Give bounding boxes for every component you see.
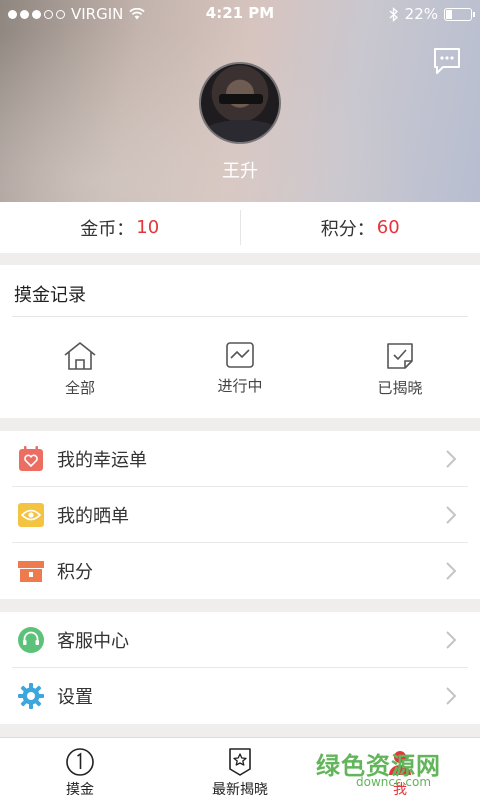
coins-stat[interactable]: 金币： 10 [0,202,240,253]
gear-icon [18,683,44,709]
battery-icon [444,7,475,21]
menu-customer-service[interactable]: 客服中心 [0,612,480,668]
box-icon [18,558,44,584]
menu-points-label: 积分 [57,562,93,583]
user-name: 王升 [222,161,258,182]
tab-latest-label: 最新揭晓 [212,782,268,798]
points-label: 积分： [320,218,375,240]
menu-my-shares-label: 我的晒单 [57,506,129,527]
record-revealed[interactable]: 已揭晓 [340,341,460,398]
bluetooth-icon [389,6,398,22]
watermark: 绿色资源网 downcc.com [316,744,464,796]
number-one-icon [66,748,94,776]
tab-mojin[interactable]: 摸金 [0,738,160,800]
menu-customer-service-label: 客服中心 [57,631,129,652]
menu-group-support: 客服中心 设置 [0,612,480,724]
chevron-right-icon [446,687,456,705]
record-all[interactable]: 全部 [20,341,140,398]
record-all-label: 全部 [64,379,95,397]
menu-my-shares[interactable]: 我的晒单 [0,487,480,543]
chevron-right-icon [446,631,456,649]
coins-label: 金币： [80,218,135,240]
tab-mojin-label: 摸金 [66,782,94,798]
avatar-glasses [219,94,263,104]
record-ongoing-label: 进行中 [217,377,263,395]
menu-settings[interactable]: 设置 [0,668,480,724]
tab-latest[interactable]: 最新揭晓 [160,738,320,800]
app-root: VIRGIN 4:21 PM 22% 王升 金币： 10 积分： 60 摸金记录… [0,0,480,800]
menu-lucky-orders-label: 我的幸运单 [57,450,147,471]
avatar[interactable] [199,62,281,144]
message-icon[interactable] [432,46,462,76]
record-revealed-label: 已揭晓 [377,379,423,397]
chevron-right-icon [446,562,456,580]
watermark-site: downcc.com [356,775,432,789]
menu-settings-label: 设置 [57,687,93,708]
chevron-right-icon [446,506,456,524]
coins-value: 10 [136,217,160,238]
points-stat[interactable]: 积分： 60 [241,202,480,253]
headset-icon [18,627,44,653]
points-value: 60 [376,217,400,238]
chevron-right-icon [446,450,456,468]
record-divider [12,316,468,317]
status-right: 22% [389,5,475,23]
record-section: 摸金记录 全部 进行中 已揭晓 [0,265,480,418]
status-bar: VIRGIN 4:21 PM 22% [0,0,480,28]
star-badge-icon [229,748,251,776]
house-icon [64,342,96,370]
eye-icon [18,502,44,528]
record-ongoing[interactable]: 进行中 [180,341,300,396]
calendar-heart-icon [18,446,44,472]
battery-percent: 22% [404,5,438,23]
chart-icon [226,342,254,368]
record-title: 摸金记录 [14,285,86,306]
menu-group-orders: 我的幸运单 我的晒单 积分 [0,431,480,599]
menu-points[interactable]: 积分 [0,543,480,599]
check-doc-icon [387,343,413,369]
menu-lucky-orders[interactable]: 我的幸运单 [0,431,480,487]
stats-bar: 金币： 10 积分： 60 [0,202,480,253]
